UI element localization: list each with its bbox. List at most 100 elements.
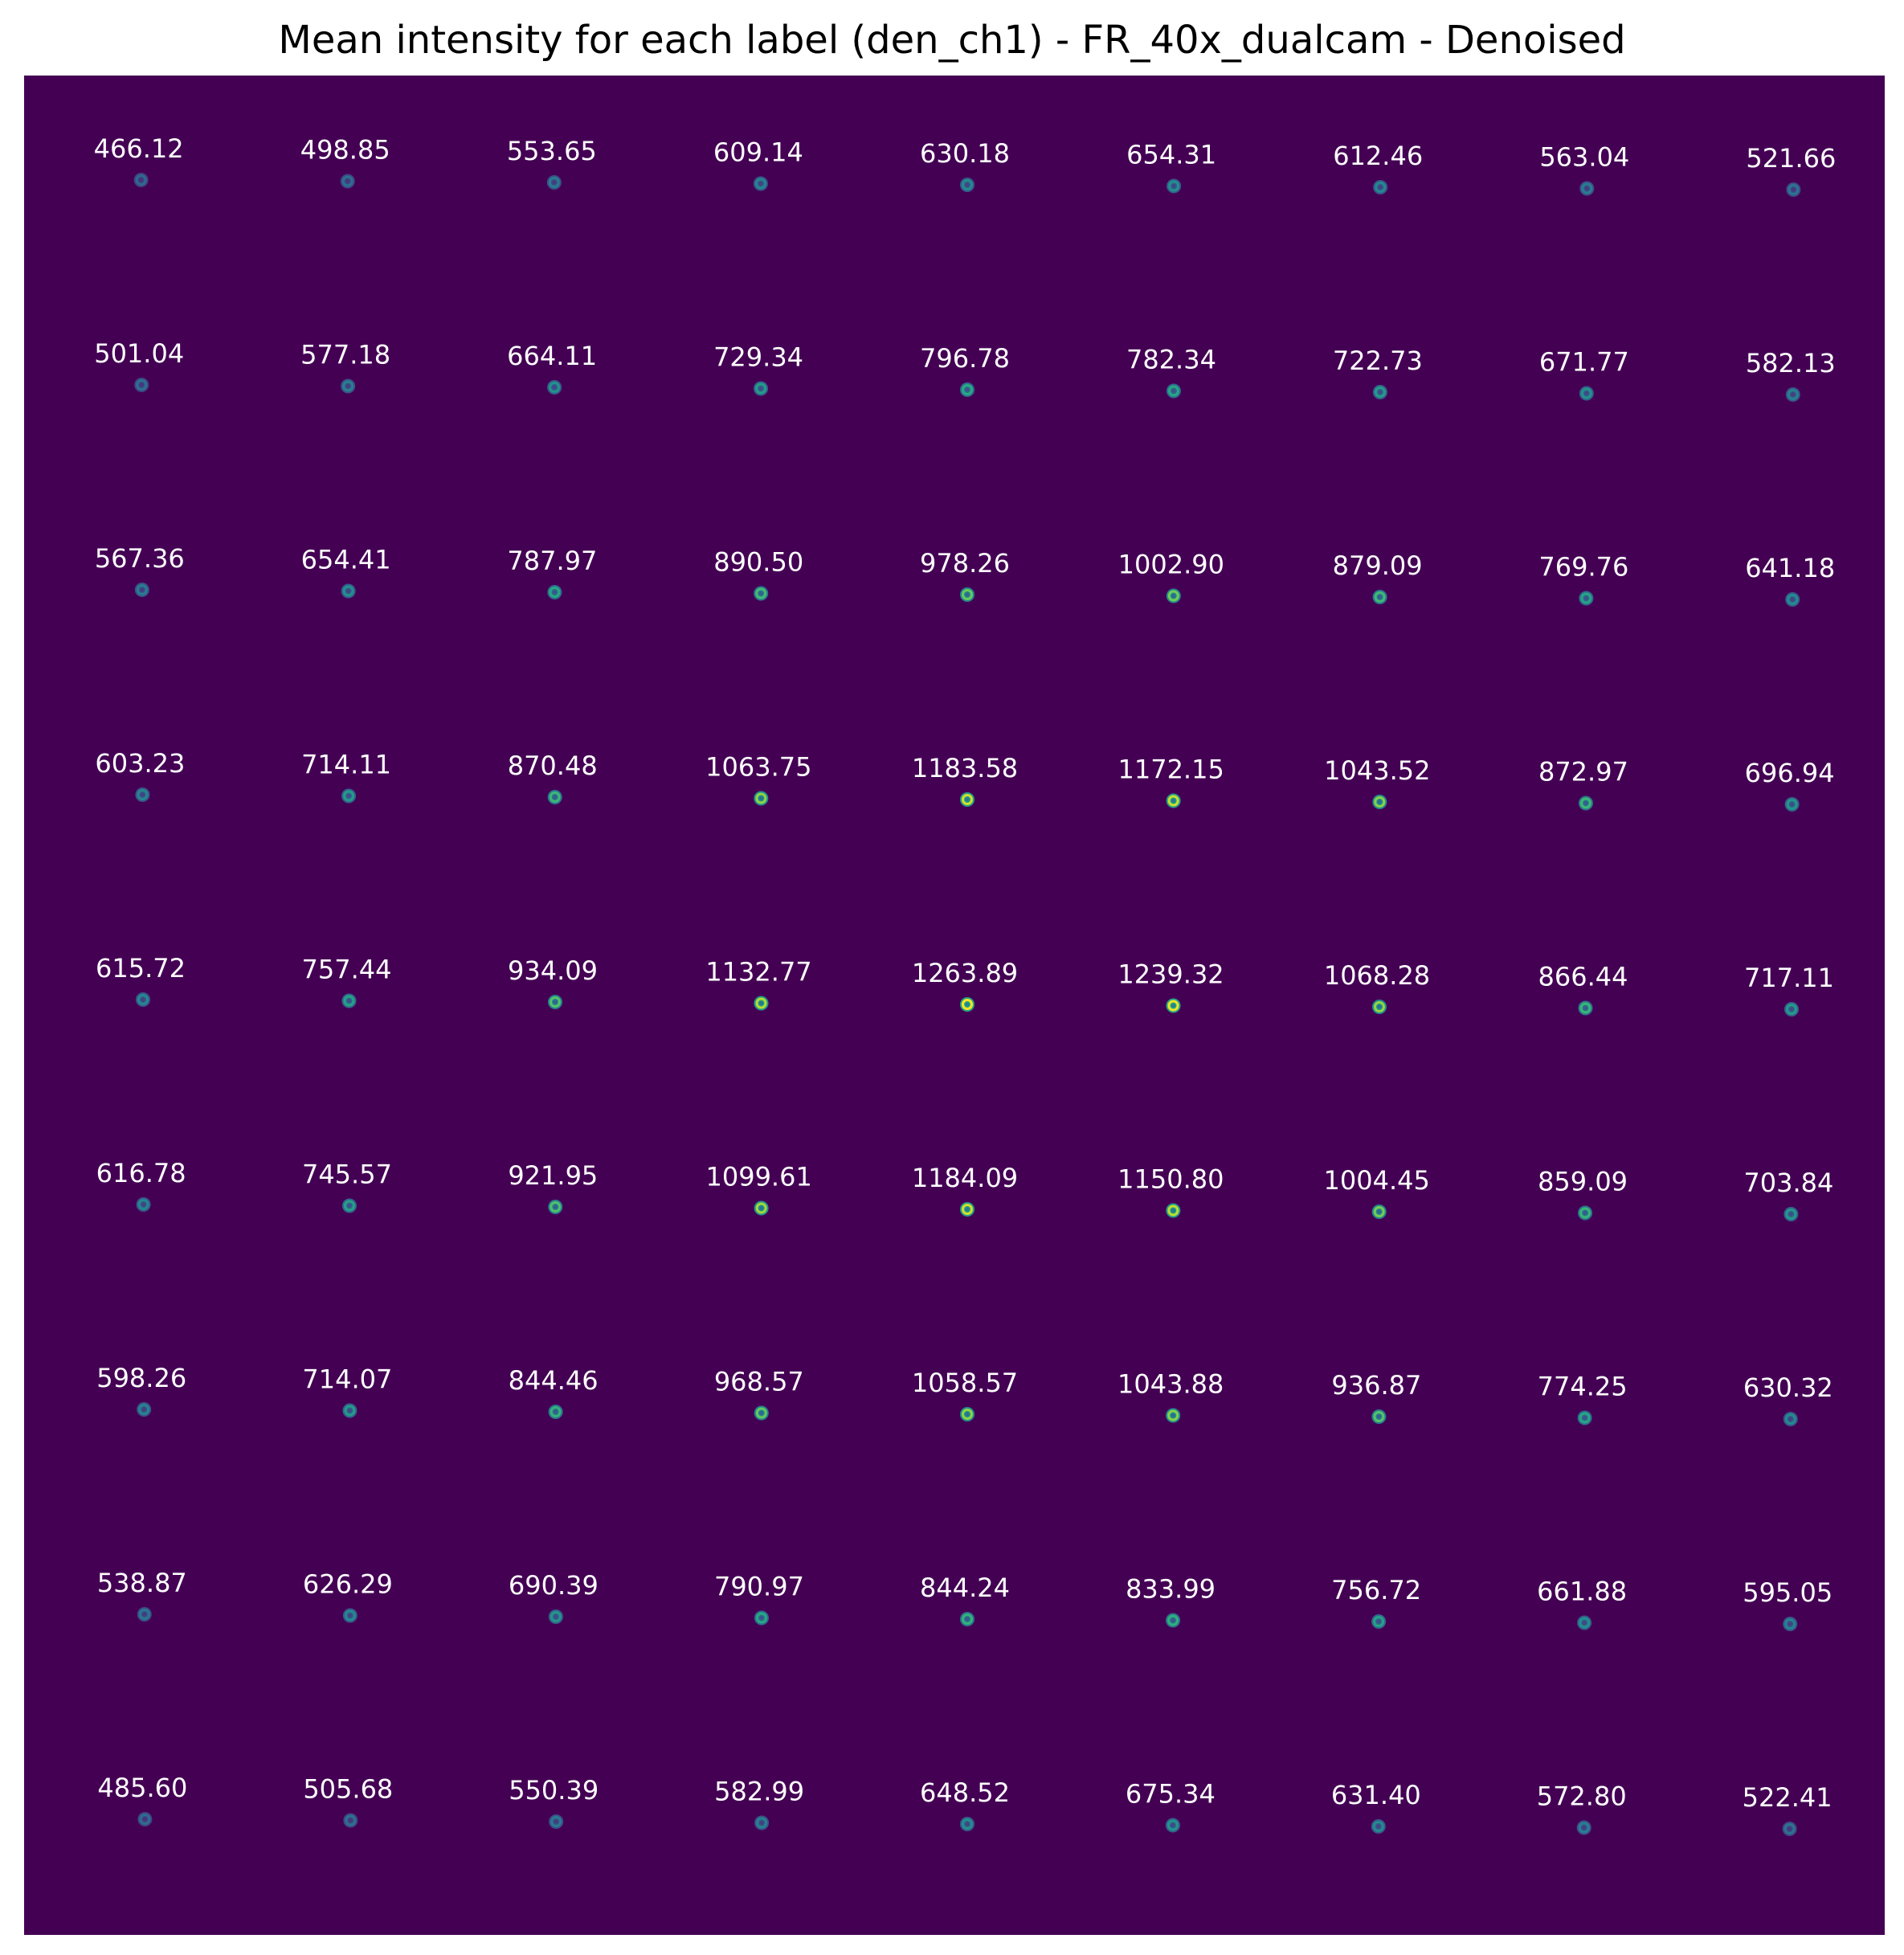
spot-r3-c1: 567.36 (95, 543, 185, 597)
spot-core (1583, 801, 1588, 805)
spot-core (1583, 1211, 1587, 1215)
spot-r5-c9: 717.11 (1744, 963, 1834, 1016)
spot-r7-c6: 1043.88 (1117, 1369, 1224, 1423)
spot-r5-c6: 1239.32 (1117, 959, 1224, 1013)
value-label: 745.57 (302, 1160, 392, 1190)
spot-r6-c2: 745.57 (302, 1160, 392, 1213)
spot-core (1377, 1004, 1382, 1009)
value-label: 615.72 (96, 953, 186, 984)
spot-r7-c7: 936.87 (1331, 1370, 1421, 1424)
spot-core (965, 1412, 970, 1417)
spot-r3-c2: 654.41 (301, 545, 391, 599)
spot-core (140, 587, 145, 592)
spot-r3-c5: 978.26 (920, 548, 1010, 602)
spot-r9-c2: 505.68 (303, 1774, 393, 1828)
spot-r9-c1: 485.60 (97, 1773, 187, 1826)
value-label: 1183.58 (912, 753, 1018, 783)
spot-core (965, 387, 970, 392)
spot-core (1788, 1212, 1793, 1217)
spot-core (965, 1617, 970, 1622)
value-label: 550.39 (509, 1775, 599, 1806)
value-label: 833.99 (1126, 1574, 1216, 1605)
spot-core (759, 1206, 764, 1210)
spot-r3-c4: 890.50 (713, 547, 803, 601)
value-label: 844.46 (509, 1365, 599, 1396)
spot-r2-c1: 501.04 (94, 338, 184, 392)
spot-r8-c8: 661.88 (1537, 1577, 1627, 1630)
value-label: 696.94 (1745, 758, 1835, 788)
value-label: 870.48 (508, 751, 598, 781)
value-label: 1099.61 (705, 1162, 811, 1192)
value-label: 612.46 (1333, 141, 1423, 171)
value-label: 890.50 (713, 547, 803, 578)
value-label: 567.36 (95, 543, 185, 574)
spot-r8-c5: 844.24 (920, 1573, 1010, 1626)
spot-core (348, 1818, 353, 1822)
value-label: 572.80 (1537, 1781, 1627, 1812)
value-label: 717.11 (1744, 963, 1834, 993)
spot-r7-c5: 1058.57 (912, 1368, 1018, 1421)
spot-core (1791, 187, 1796, 192)
value-label: 872.97 (1538, 757, 1628, 787)
value-label: 630.18 (920, 138, 1010, 169)
value-label: 1172.15 (1117, 755, 1224, 785)
spot-core (554, 1819, 558, 1824)
value-label: 553.65 (507, 136, 597, 166)
value-label: 936.87 (1331, 1370, 1421, 1401)
spot-core (142, 1612, 147, 1617)
value-label: 921.95 (508, 1160, 598, 1191)
spot-core (552, 385, 557, 390)
chart-title: Mean intensity for each label (den_ch1) … (278, 18, 1626, 63)
value-label: 521.66 (1746, 143, 1836, 174)
spot-core (759, 1001, 763, 1005)
spot-r5-c8: 866.44 (1538, 962, 1628, 1016)
value-label: 664.11 (507, 341, 597, 371)
value-label: 630.32 (1743, 1372, 1833, 1403)
spot-core (552, 180, 557, 185)
spot-r4-c5: 1183.58 (912, 753, 1018, 807)
value-label: 595.05 (1743, 1577, 1832, 1608)
spot-core (140, 792, 145, 797)
spot-r2-c6: 782.34 (1126, 345, 1216, 399)
spot-core (1171, 1823, 1175, 1827)
value-label: 756.72 (1331, 1575, 1421, 1605)
spot-core (1790, 802, 1795, 807)
value-label: 769.76 (1538, 552, 1628, 583)
value-label: 729.34 (713, 342, 803, 373)
spot-core (141, 1202, 146, 1207)
spot-core (1790, 597, 1795, 602)
spot-core (759, 1616, 764, 1620)
spot-core (345, 179, 350, 183)
spot-core (759, 1821, 764, 1825)
value-label: 934.09 (508, 955, 598, 986)
spot-r5-c3: 934.09 (508, 955, 598, 1009)
spot-core (139, 382, 144, 387)
spot-core (1376, 1414, 1381, 1419)
spot-core (1171, 1413, 1175, 1417)
value-label: 1150.80 (1117, 1164, 1224, 1195)
spot-r8-c6: 833.99 (1126, 1574, 1216, 1628)
value-label: 582.13 (1746, 348, 1836, 378)
spot-core (348, 1613, 353, 1618)
spot-core (1584, 186, 1589, 190)
heatmap-panel: 466.12 498.85 553.65 609.14 630.18 654.31 612.… (24, 76, 1885, 1935)
spot-core (1171, 594, 1176, 598)
value-label: 1132.77 (705, 957, 811, 988)
spot-r7-c8: 774.25 (1538, 1372, 1628, 1425)
spot-core (758, 387, 763, 391)
spot-r1-c9: 521.66 (1746, 143, 1836, 197)
spot-r4-c9: 696.94 (1745, 758, 1835, 812)
spot-r3-c8: 769.76 (1538, 552, 1628, 606)
value-label: 796.78 (920, 343, 1010, 374)
spot-r5-c7: 1068.28 (1324, 960, 1430, 1014)
value-label: 598.26 (96, 1363, 186, 1393)
spot-core (554, 1614, 558, 1619)
value-label: 675.34 (1126, 1779, 1216, 1810)
value-label: 538.87 (97, 1568, 187, 1598)
spot-core (142, 1817, 147, 1822)
spot-r7-c9: 630.32 (1743, 1372, 1833, 1426)
spot-r9-c4: 582.99 (714, 1777, 804, 1830)
spot-r6-c9: 703.84 (1743, 1168, 1833, 1221)
spot-core (1788, 1622, 1792, 1626)
spot-r6-c6: 1150.80 (1117, 1164, 1224, 1218)
